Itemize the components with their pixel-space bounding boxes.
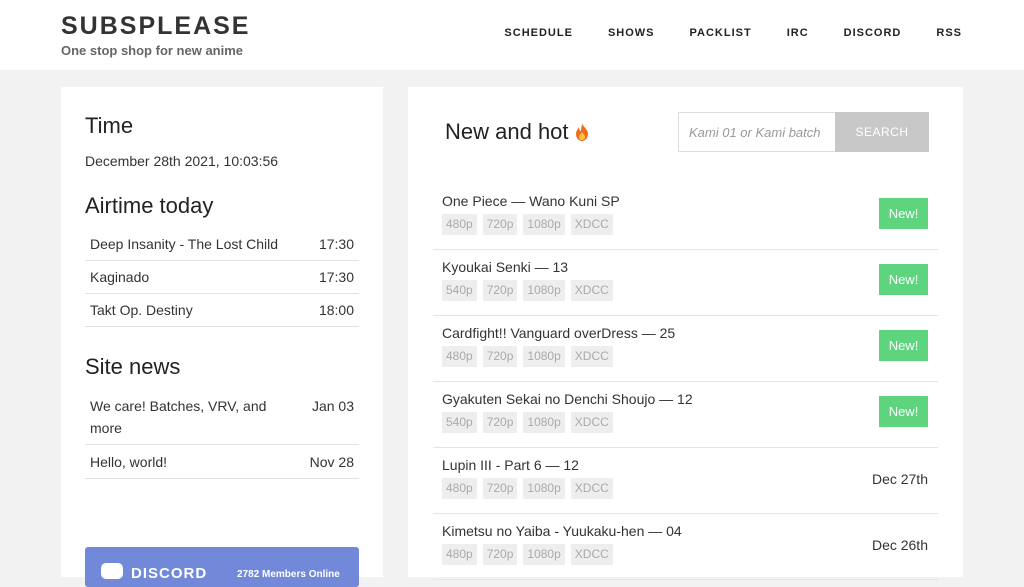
time-heading: Time <box>85 113 134 138</box>
quality-link[interactable]: 720p <box>482 280 518 301</box>
quality-link[interactable]: XDCC <box>570 214 613 235</box>
release-title[interactable]: One Piece — Wano Kuni SP <box>442 193 620 209</box>
quality-link[interactable]: 720p <box>482 412 518 433</box>
new-and-hot-label: New and hot <box>445 119 569 144</box>
quality-link[interactable]: 480p <box>442 214 477 235</box>
nav-irc[interactable]: IRC <box>787 27 809 39</box>
release-row: Kyoukai Senki — 13 540p 720p 1080p XDCC … <box>433 250 938 316</box>
airtime-show: Kaginado <box>90 269 150 285</box>
airtime-time: 18:00 <box>318 302 354 318</box>
airtime-row[interactable]: Takt Op. Destiny 18:00 <box>85 294 359 327</box>
release-row: One Piece — Wano Kuni SP 480p 720p 1080p… <box>433 184 938 250</box>
news-date: Nov 28 <box>309 454 354 470</box>
new-and-hot-heading: New and hot <box>445 119 589 145</box>
quality-link[interactable]: XDCC <box>570 412 613 433</box>
discord-widget[interactable]: DISCORD 2782 Members Online <box>85 547 359 587</box>
quality-links: 540p 720p 1080p XDCC <box>442 280 613 301</box>
search-button[interactable]: SEARCH <box>835 112 929 152</box>
new-badge: New! <box>879 330 928 361</box>
news-title: Hello, world! <box>90 454 168 470</box>
release-row: Lupin III - Part 6 — 12 480p 720p 1080p … <box>433 448 938 514</box>
quality-link[interactable]: 1080p <box>523 544 565 565</box>
site-tagline: One stop shop for new anime <box>61 43 244 58</box>
news-heading: Site news <box>85 354 181 379</box>
quality-links: 480p 720p 1080p XDCC <box>442 544 613 565</box>
news-item[interactable]: We care! Batches, VRV, and more Jan 03 <box>85 389 359 445</box>
nav-discord[interactable]: DISCORD <box>844 27 902 39</box>
new-badge: New! <box>879 264 928 295</box>
release-row: Cardfight!! Vanguard overDress — 25 480p… <box>433 316 938 382</box>
release-row: Kimetsu no Yaiba - Yuukaku-hen — 04 480p… <box>433 514 938 580</box>
quality-link[interactable]: 720p <box>482 544 518 565</box>
nav-schedule[interactable]: SCHEDULE <box>504 27 573 39</box>
release-title[interactable]: Cardfight!! Vanguard overDress — 25 <box>442 325 675 341</box>
quality-link[interactable]: XDCC <box>570 478 613 499</box>
quality-link[interactable]: XDCC <box>570 346 613 367</box>
quality-link[interactable]: 1080p <box>523 346 565 367</box>
airtime-show: Takt Op. Destiny <box>90 302 193 318</box>
nav-packlist[interactable]: PACKLIST <box>690 27 752 39</box>
news-item[interactable]: Hello, world! Nov 28 <box>85 445 359 479</box>
current-time: December 28th 2021, 10:03:56 <box>85 153 279 169</box>
quality-link[interactable]: 1080p <box>523 214 565 235</box>
quality-link[interactable]: 1080p <box>523 412 565 433</box>
nav-shows[interactable]: SHOWS <box>608 27 655 39</box>
quality-link[interactable]: 480p <box>442 478 477 499</box>
new-badge: New! <box>879 396 928 427</box>
release-list: One Piece — Wano Kuni SP 480p 720p 1080p… <box>433 184 938 580</box>
quality-links: 540p 720p 1080p XDCC <box>442 412 613 433</box>
quality-link[interactable]: 1080p <box>523 478 565 499</box>
nav-rss[interactable]: RSS <box>936 27 962 39</box>
airtime-heading: Airtime today <box>85 193 214 218</box>
site-logo[interactable]: SUBSPLEASE <box>61 12 250 41</box>
new-badge: New! <box>879 198 928 229</box>
news-list: We care! Batches, VRV, and more Jan 03 H… <box>85 389 359 479</box>
release-title[interactable]: Kimetsu no Yaiba - Yuukaku-hen — 04 <box>442 523 682 539</box>
quality-link[interactable]: 720p <box>482 478 518 499</box>
discord-label: DISCORD <box>131 565 208 582</box>
airtime-time: 17:30 <box>318 236 354 252</box>
quality-links: 480p 720p 1080p XDCC <box>442 214 613 235</box>
quality-link[interactable]: 480p <box>442 346 477 367</box>
quality-link[interactable]: XDCC <box>570 280 613 301</box>
quality-link[interactable]: XDCC <box>570 544 613 565</box>
releases-card: New and hot SEARCH One Piece — Wano Kuni… <box>408 87 963 580</box>
airtime-time: 17:30 <box>318 269 354 285</box>
main-nav: SCHEDULE SHOWS PACKLIST IRC DISCORD RSS <box>504 27 962 39</box>
release-title[interactable]: Lupin III - Part 6 — 12 <box>442 457 579 473</box>
sidebar-card: Time December 28th 2021, 10:03:56 Airtim… <box>61 87 383 587</box>
quality-link[interactable]: 480p <box>442 544 477 565</box>
news-date: Jan 03 <box>311 398 354 414</box>
release-title[interactable]: Gyakuten Sekai no Denchi Shoujo — 12 <box>442 391 693 407</box>
airtime-row[interactable]: Deep Insanity - The Lost Child 17:30 <box>85 228 359 261</box>
quality-link[interactable]: 1080p <box>523 280 565 301</box>
airtime-show: Deep Insanity - The Lost Child <box>90 236 279 252</box>
quality-links: 480p 720p 1080p XDCC <box>442 478 613 499</box>
release-title[interactable]: Kyoukai Senki — 13 <box>442 259 568 275</box>
quality-link[interactable]: 720p <box>482 346 518 367</box>
fire-icon <box>575 123 588 141</box>
quality-links: 480p 720p 1080p XDCC <box>442 346 613 367</box>
discord-members: 2782 Members Online <box>237 569 340 580</box>
airtime-list: Deep Insanity - The Lost Child 17:30 Kag… <box>85 228 359 327</box>
quality-link[interactable]: 540p <box>442 280 477 301</box>
release-date: Dec 26th <box>871 537 928 553</box>
news-title: We care! Batches, VRV, and more <box>90 398 267 436</box>
quality-link[interactable]: 540p <box>442 412 477 433</box>
site-header: SUBSPLEASE One stop shop for new anime S… <box>0 0 1024 70</box>
airtime-row[interactable]: Kaginado 17:30 <box>85 261 359 294</box>
search-input[interactable] <box>678 112 835 152</box>
release-row: Gyakuten Sekai no Denchi Shoujo — 12 540… <box>433 382 938 448</box>
release-date: Dec 27th <box>871 471 928 487</box>
quality-link[interactable]: 720p <box>482 214 518 235</box>
